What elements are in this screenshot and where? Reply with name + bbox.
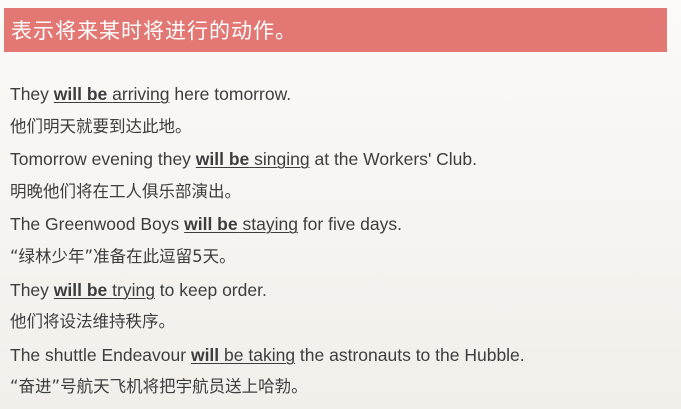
sentence-text: The shuttle Endeavour — [10, 344, 191, 365]
sentence-text: for five days. — [297, 214, 403, 235]
auxiliary-verb: will be — [195, 149, 250, 170]
section-header: 表示将来某时将进行的动作。 — [4, 8, 667, 52]
auxiliary-verb: will be — [53, 279, 108, 300]
sentence-text: to keep order. — [154, 279, 267, 300]
main-verb: singing — [254, 149, 310, 170]
sentence-text: the astronauts to the Hubble. — [295, 344, 525, 365]
example-translation-cn: 他们将设法维持秩序。 — [10, 312, 175, 332]
example-list: They will be arriving here tomorrow. 他们明… — [10, 82, 670, 408]
main-verb: staying — [242, 214, 298, 235]
auxiliary-verb: will be — [53, 84, 108, 104]
auxiliary-verb: will — [190, 344, 220, 365]
example-sentence-en: They will be arriving here tomorrow. — [10, 82, 670, 115]
sentence-text: here tomorrow. — [169, 84, 292, 104]
sentence-text: at the Workers' Club. — [309, 149, 478, 170]
example-translation-cn: “绿林少年”准备在此逗留5天。 — [10, 246, 236, 266]
main-verb: trying — [112, 279, 155, 300]
example-translation-cn: 明晚他们将在工人俱乐部演出。 — [10, 181, 241, 201]
sentence-text: They — [10, 279, 54, 300]
sentence-text: Tomorrow evening they — [10, 149, 196, 170]
example-translation-cn: 他们明天就要到达此地。 — [10, 116, 192, 136]
example-sentence-en: The shuttle Endeavour will be taking the… — [10, 343, 670, 376]
sentence-text: The Greenwood Boys — [10, 214, 185, 235]
example-sentence-en: The Greenwood Boys will be staying for f… — [10, 212, 670, 245]
main-verb: arriving — [112, 84, 170, 104]
example-translation-cn: “奋进”号航天飞机将把宇航员送上哈勃。 — [10, 377, 308, 397]
section-title: 表示将来某时将进行的动作。 — [11, 19, 297, 43]
example-sentence-en: They will be trying to keep order. — [10, 278, 670, 311]
sentence-text: They — [10, 84, 54, 104]
main-verb: be taking — [224, 344, 296, 365]
auxiliary-verb: will be — [184, 214, 238, 235]
example-sentence-en: Tomorrow evening they will be singing at… — [10, 147, 670, 180]
